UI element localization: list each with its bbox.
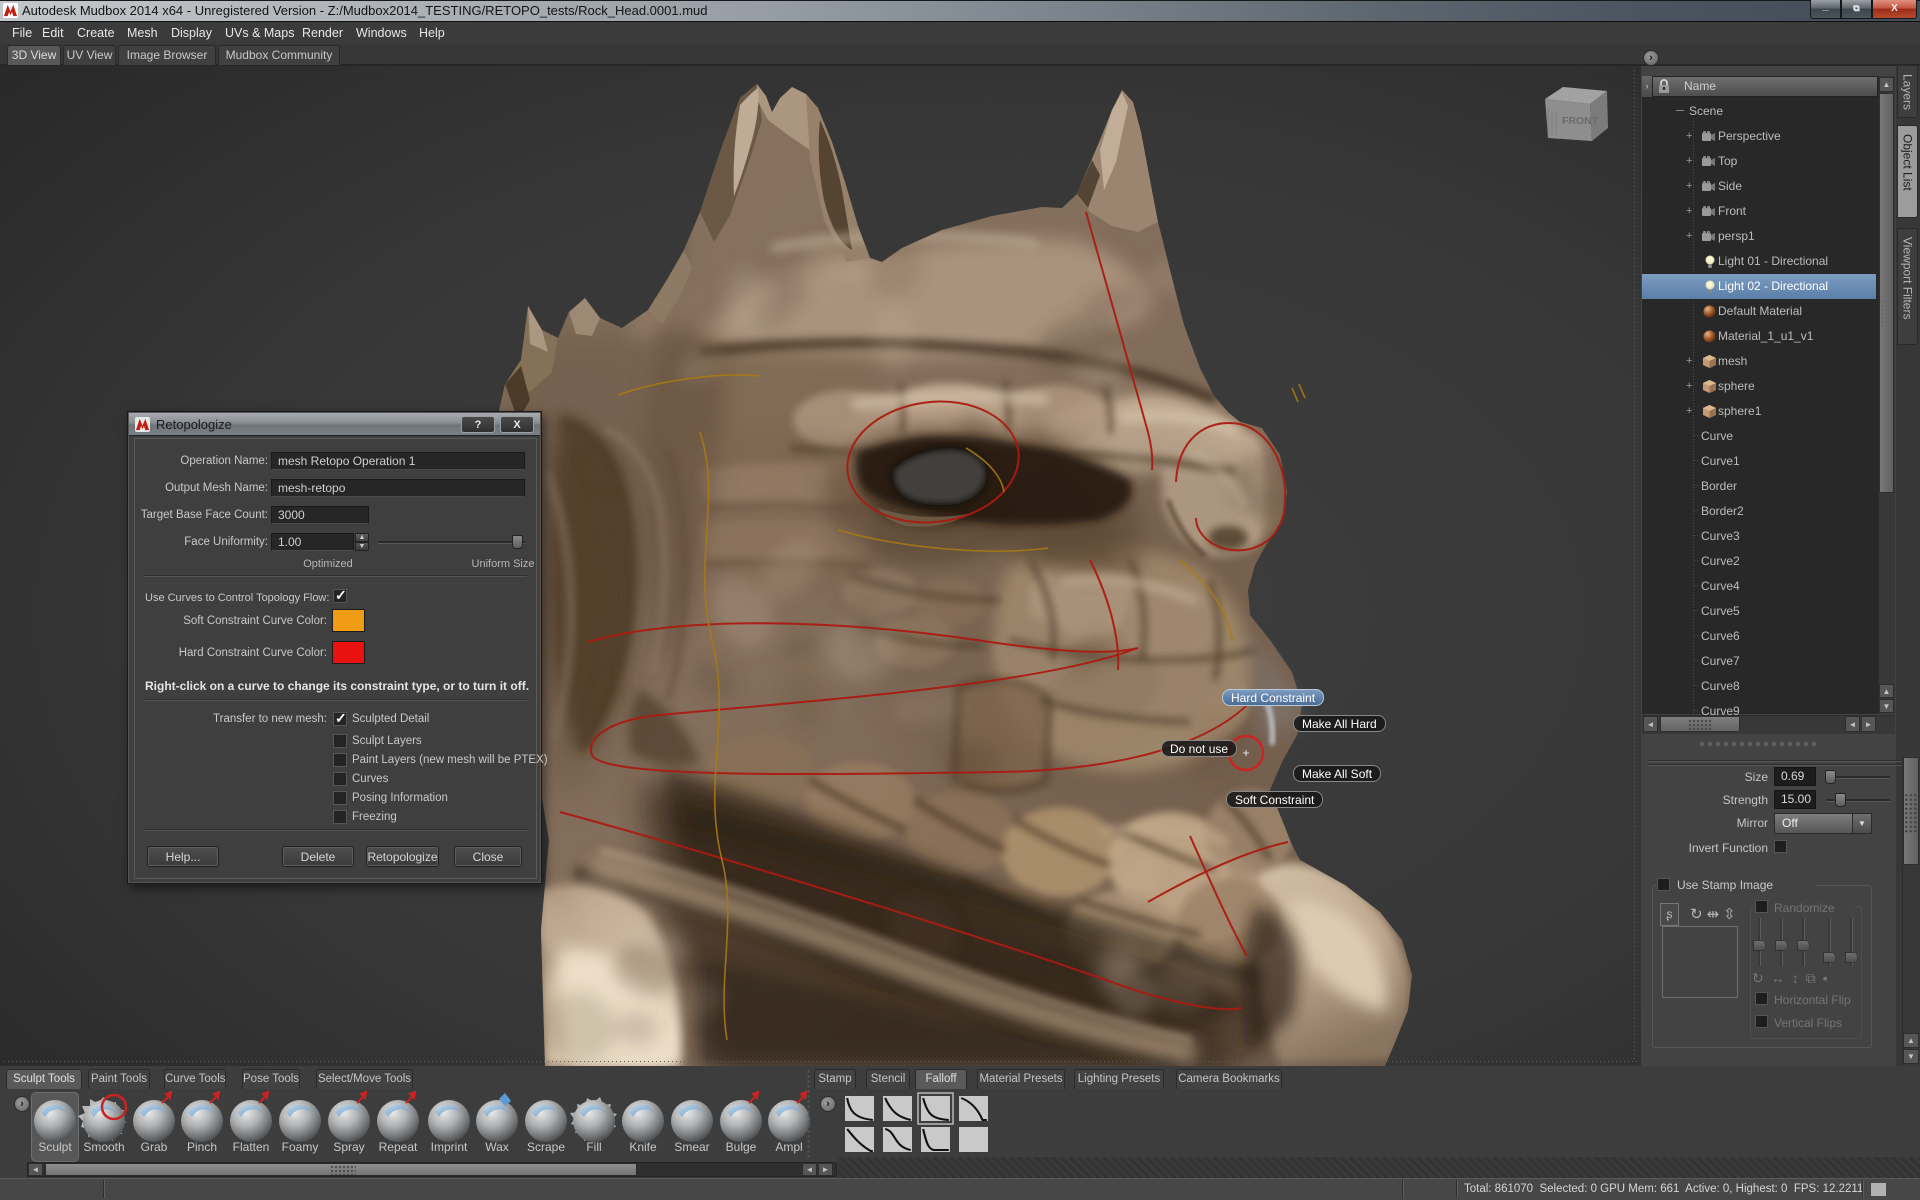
svg-text:FRONT: FRONT <box>1562 115 1599 127</box>
